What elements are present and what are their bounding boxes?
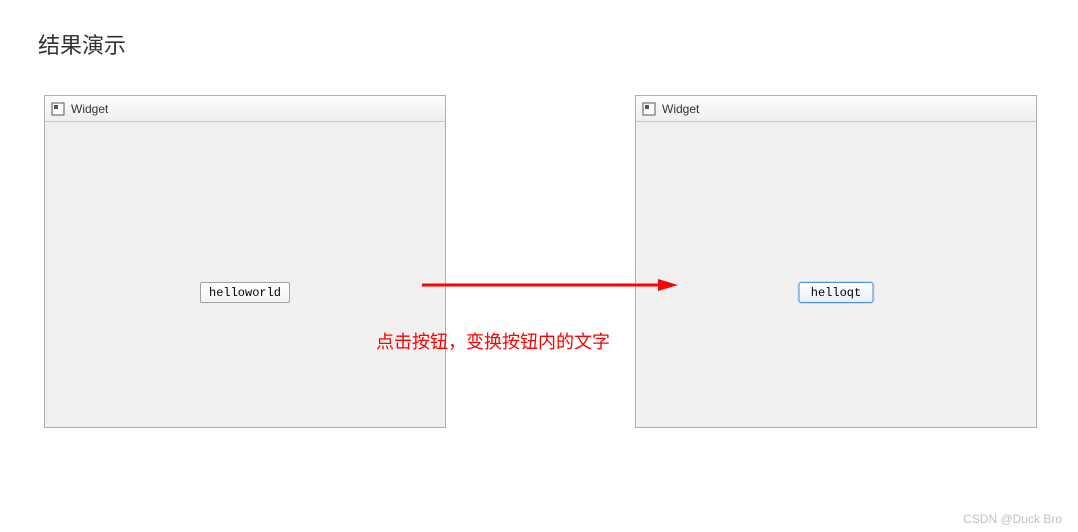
window-icon xyxy=(642,102,656,116)
widget-window-left: Widget helloworld xyxy=(44,95,446,428)
arrow-icon xyxy=(420,278,680,292)
hello-button-left[interactable]: helloworld xyxy=(200,282,290,303)
watermark: CSDN @Duck Bro xyxy=(963,512,1062,526)
annotation-caption: 点击按钮，变换按钮内的文字 xyxy=(376,328,610,354)
titlebar-right: Widget xyxy=(636,96,1036,122)
window-icon xyxy=(51,102,65,116)
window-title-right: Widget xyxy=(662,102,699,116)
window-title-left: Widget xyxy=(71,102,108,116)
titlebar-left: Widget xyxy=(45,96,445,122)
widget-window-right: Widget helloqt xyxy=(635,95,1037,428)
client-area-right: helloqt xyxy=(636,122,1036,427)
page-title: 结果演示 xyxy=(38,28,126,60)
hello-button-right[interactable]: helloqt xyxy=(799,282,874,303)
client-area-left: helloworld xyxy=(45,122,445,427)
